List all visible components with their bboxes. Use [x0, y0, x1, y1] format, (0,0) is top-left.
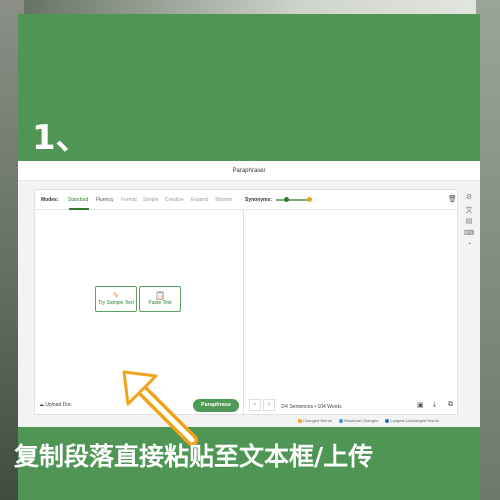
trash-icon[interactable]: 🗑 — [448, 195, 457, 203]
legend-changed: Changed Words — [298, 418, 332, 423]
upload-icon: ☁ — [39, 402, 44, 408]
upload-doc-button[interactable]: ☁ Upload Doc — [39, 402, 72, 408]
sentence-word-stats: 2/4 Sentences • 104 Words — [281, 404, 342, 410]
app-title: Paraphraser — [18, 161, 480, 181]
structural-dot — [338, 418, 343, 423]
download-icon[interactable]: ⤓ — [433, 401, 436, 409]
legend: Changed Words Structural Changes Longest… — [298, 418, 445, 423]
next-sentence-button[interactable]: › — [263, 399, 275, 411]
prev-sentence-button[interactable]: ‹ — [249, 399, 261, 411]
legend-structural: Structural Changes — [338, 418, 378, 423]
side-toolbar: ⚙ 文 ▤ ⌨ ◔ — [464, 193, 474, 253]
try-sample-text-button[interactable]: ✎ Try Sample Text — [95, 286, 137, 312]
pointer-arrow-icon — [122, 370, 198, 446]
upload-label: Upload Doc — [45, 402, 72, 408]
modes-bar: Modes: Standard Fluency Formal Simple Cr… — [35, 190, 459, 210]
sample-icon: ✎ — [112, 291, 120, 300]
translate-icon[interactable]: 文 — [464, 205, 474, 217]
changed-dot — [298, 418, 302, 423]
mode-expand[interactable]: Expand — [191, 197, 208, 203]
paste-button-label: Paste Text — [148, 300, 172, 306]
paraphraser-editor: Modes: Standard Fluency Formal Simple Cr… — [34, 189, 459, 416]
mode-simple[interactable]: Simple — [143, 197, 158, 203]
synonyms-label: Synonyms: — [245, 197, 272, 203]
mode-standard[interactable]: Standard — [68, 197, 88, 203]
synonyms-slider-end — [307, 197, 312, 202]
history-icon[interactable]: ▤ — [464, 217, 474, 229]
step-caption: 复制段落直接粘贴至文本框/上传 — [14, 442, 374, 471]
sample-button-label: Try Sample Text — [98, 300, 134, 306]
mode-active-indicator — [69, 208, 89, 210]
tutorial-card: 1、 Paraphraser Modes: Standard Fluency F… — [18, 14, 480, 500]
synonyms-slider-knob[interactable] — [284, 197, 289, 202]
settings-icon[interactable]: ⚙ — [464, 193, 474, 205]
step-number: 1、 — [32, 118, 90, 158]
mode-shorten[interactable]: Shorten — [215, 197, 233, 203]
compare-icon[interactable]: ▣ — [417, 401, 424, 409]
stats-icon[interactable]: ◔ — [464, 241, 474, 253]
keyboard-icon[interactable]: ⌨ — [464, 229, 474, 241]
mode-formal[interactable]: Formal — [121, 197, 137, 203]
legend-longest: Longest Unchanged Words — [385, 418, 439, 423]
mode-creative[interactable]: Creative — [165, 197, 184, 203]
app-screenshot: Paraphraser Modes: Standard Fluency Form… — [18, 161, 480, 427]
pane-divider — [243, 210, 244, 416]
synonyms-slider[interactable] — [276, 199, 310, 201]
mode-fluency[interactable]: Fluency — [96, 197, 114, 203]
paste-icon: 📋 — [155, 291, 165, 300]
copy-icon[interactable]: ⧉ — [448, 401, 453, 409]
longest-dot — [385, 418, 390, 423]
modes-label: Modes: — [41, 197, 59, 203]
paste-text-button[interactable]: 📋 Paste Text — [139, 286, 181, 312]
